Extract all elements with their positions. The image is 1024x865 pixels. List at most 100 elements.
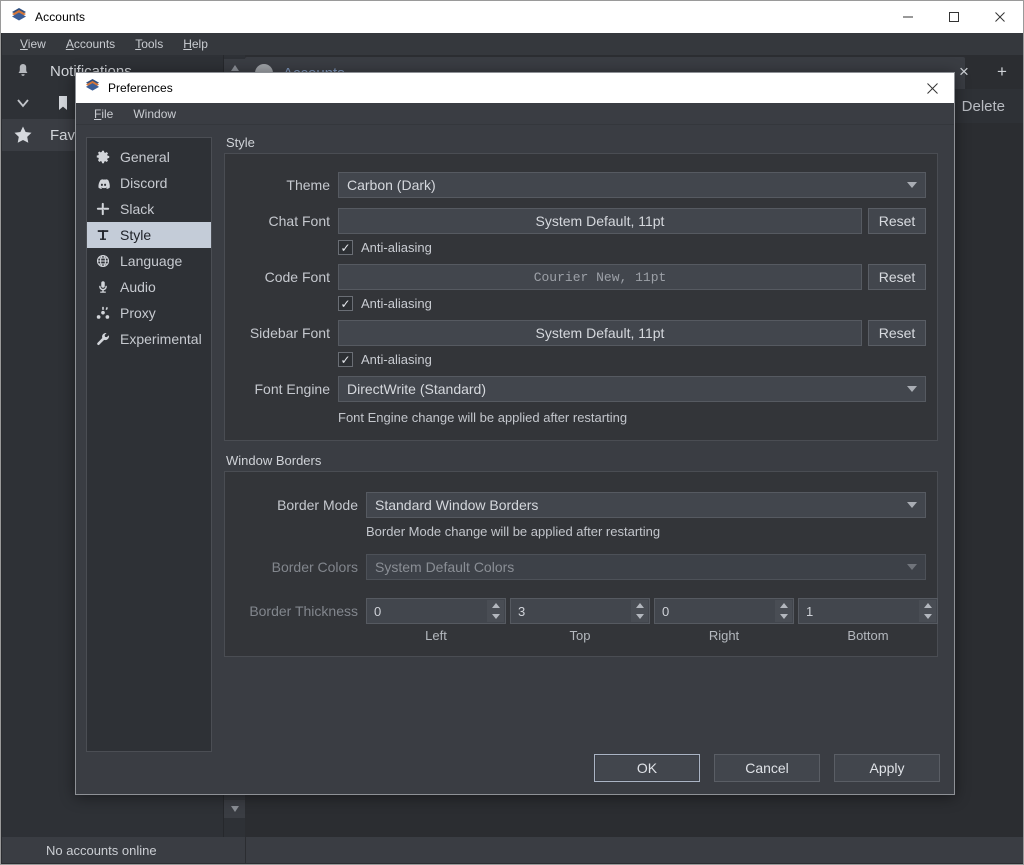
code-font-field[interactable]: Courier New, 11pt [338,264,862,290]
menu-accounts-accel: A [65,37,74,51]
menu-accounts[interactable]: Accounts [56,35,125,53]
menu-view[interactable]: View [10,35,56,53]
close-button[interactable] [977,1,1023,33]
prefs-menu-window[interactable]: Window [123,105,186,123]
spinner-up-icon[interactable] [487,600,504,611]
chat-font-reset-button[interactable]: Reset [868,208,926,234]
style-group-box: Theme Carbon (Dark) Chat Font System Def… [224,153,938,441]
spinner-arrows[interactable] [487,600,504,622]
chat-font-field[interactable]: System Default, 11pt [338,208,862,234]
font-engine-value: DirectWrite (Standard) [347,381,487,397]
spinner-up-icon[interactable] [919,600,936,611]
border-thickness-row: Border Thickness 0 Left 3 Top 0 Right 1 … [226,598,938,643]
apply-button[interactable]: Apply [834,754,940,782]
chat-font-value: System Default, 11pt [535,213,665,229]
spinner-up-icon[interactable] [775,600,792,611]
chat-font-label: Chat Font [268,213,330,229]
nav-item-discord[interactable]: Discord [87,170,211,196]
code-font-reset-button[interactable]: Reset [868,264,926,290]
font-engine-select[interactable]: DirectWrite (Standard) [338,376,926,402]
code-font-row: Code Font Courier New, 11pt Reset [226,264,938,290]
chat-font-antialias-label: Anti-aliasing [361,240,432,255]
border-thickness-top-caption: Top [569,628,591,643]
nav-item-proxy-label: Proxy [120,305,156,321]
border-thickness-label: Border Thickness [249,603,358,619]
menu-tools[interactable]: Tools [125,35,173,53]
nav-item-experimental[interactable]: Experimental [87,326,211,352]
nav-item-proxy[interactable]: Proxy [87,300,211,326]
chat-font-antialias-row[interactable]: ✓ Anti-aliasing [338,240,432,255]
nav-item-experimental-label: Experimental [120,331,202,347]
spinner-down-icon[interactable] [919,611,936,622]
app-title: Accounts [35,10,86,24]
spinner-down-icon[interactable] [487,611,504,622]
sidebar-font-antialias-row[interactable]: ✓ Anti-aliasing [338,352,432,367]
spinner-arrows[interactable] [631,600,648,622]
border-colors-value: System Default Colors [375,559,515,575]
minimize-button[interactable] [885,1,931,33]
nav-item-discord-label: Discord [120,175,168,191]
border-thickness-bottom-group: 1 Bottom [798,598,938,643]
cancel-button[interactable]: Cancel [714,754,820,782]
nav-item-general[interactable]: General [87,144,211,170]
proxy-icon [95,306,111,320]
border-thickness-left-value: 0 [374,603,382,619]
border-mode-select[interactable]: Standard Window Borders [366,492,926,518]
sidebar-font-row: Sidebar Font System Default, 11pt Reset [226,320,938,346]
bell-icon [10,62,36,80]
spinner-down-icon[interactable] [631,611,648,622]
preferences-title: Preferences [108,81,173,95]
sidebar-font-label: Sidebar Font [249,325,330,341]
tab-add-button[interactable]: + [989,59,1015,85]
app-statusbar: No accounts online [2,837,1023,863]
preferences-nav-list: General Discord Slack Style Language Aud… [86,137,212,752]
border-mode-row: Border Mode Standard Window Borders [226,492,938,518]
discord-icon [95,176,111,191]
borders-group-box: Border Mode Standard Window Borders Bord… [224,471,938,657]
nav-item-style-label: Style [120,227,152,243]
border-thickness-bottom-input[interactable]: 1 [798,598,938,624]
border-thickness-bottom-caption: Bottom [847,628,889,643]
nav-item-style[interactable]: Style [87,222,211,248]
wrench-icon [95,332,111,346]
nav-item-slack[interactable]: Slack [87,196,211,222]
nav-item-audio-label: Audio [120,279,156,295]
nav-item-language[interactable]: Language [87,248,211,274]
code-font-antialias-row[interactable]: ✓ Anti-aliasing [338,296,432,311]
menu-tools-rest: ools [141,37,164,51]
sidebar-font-value: System Default, 11pt [535,325,665,341]
scroll-down-button[interactable] [224,800,246,818]
sidebar-font-field[interactable]: System Default, 11pt [338,320,862,346]
checkbox-icon[interactable]: ✓ [338,296,353,311]
menu-accounts-rest: ccounts [73,37,116,51]
checkbox-icon[interactable]: ✓ [338,352,353,367]
checkbox-icon[interactable]: ✓ [338,240,353,255]
chevron-down-icon[interactable] [10,94,36,112]
theme-select[interactable]: Carbon (Dark) [338,172,926,198]
font-engine-label: Font Engine [254,381,331,397]
nav-item-audio[interactable]: Audio [87,274,211,300]
preferences-close-button[interactable] [910,73,954,103]
font-engine-row: Font Engine DirectWrite (Standard) [226,376,938,402]
border-thickness-top-group: 3 Top [510,598,650,643]
app-menubar: View Accounts Tools Help [2,33,1023,55]
spinner-up-icon[interactable] [631,600,648,611]
sidebar-font-reset-button[interactable]: Reset [868,320,926,346]
menu-help[interactable]: Help [173,35,218,53]
border-thickness-top-input[interactable]: 3 [510,598,650,624]
border-thickness-left-input[interactable]: 0 [366,598,506,624]
app-titlebar: Accounts [1,1,1023,33]
ok-button[interactable]: OK [594,754,700,782]
spinner-down-icon[interactable] [775,611,792,622]
font-engine-restart-note: Font Engine change will be applied after… [338,410,628,425]
spinner-arrows[interactable] [775,600,792,622]
border-thickness-right-input[interactable]: 0 [654,598,794,624]
theme-row: Theme Carbon (Dark) [226,172,938,198]
maximize-button[interactable] [931,1,977,33]
theme-label: Theme [286,177,330,193]
spinner-arrows[interactable] [919,600,936,622]
delete-button[interactable]: Delete [952,93,1015,119]
bookmark-icon[interactable] [50,94,76,112]
border-mode-value: Standard Window Borders [375,497,539,513]
prefs-menu-file[interactable]: File [84,105,123,123]
